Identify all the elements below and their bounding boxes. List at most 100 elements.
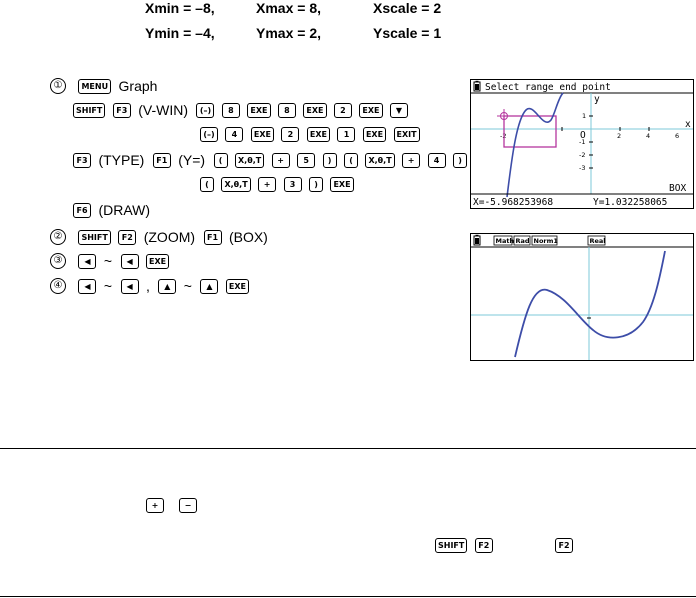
step-number: ③ bbox=[50, 253, 66, 269]
step-text: Graph bbox=[118, 78, 158, 94]
y-coordinate-readout: Y=1.032258065 bbox=[593, 197, 667, 208]
key-sequence-row: F6 (DRAW) bbox=[73, 199, 154, 221]
range-xscale: Xscale = 2 bbox=[373, 0, 442, 16]
up-arrow-key: ▲ bbox=[200, 278, 219, 294]
minus-key: − bbox=[179, 498, 197, 514]
step-number: ④ bbox=[50, 278, 66, 294]
screen-header: Select range end point bbox=[485, 82, 611, 93]
plus-key: + bbox=[258, 177, 277, 193]
left-arrow-key: ◀ bbox=[120, 253, 139, 269]
menu-key: MENU bbox=[78, 78, 112, 94]
f1-key: F1 bbox=[203, 229, 222, 245]
x-axis-label: x bbox=[685, 119, 691, 130]
exe-key: EXE bbox=[247, 102, 271, 118]
y-tick-label: 1 bbox=[582, 112, 586, 120]
key-caption: (V-WIN) bbox=[138, 102, 189, 118]
xtheta-key: X,θ,T bbox=[365, 152, 395, 168]
left-paren-key: ( bbox=[344, 152, 359, 168]
left-paren-key: ( bbox=[200, 177, 214, 193]
key-reference-row: + bbox=[146, 495, 167, 517]
key-sequence-row: F3 (TYPE) F1 (Y=) ( X,θ,T + 5 ) ( X,θ,T … bbox=[73, 149, 470, 171]
digit-key: 1 bbox=[337, 127, 356, 143]
step-number: ② bbox=[50, 229, 66, 245]
key-caption: (BOX) bbox=[228, 229, 268, 245]
range-ymax: Ymax = 2, bbox=[256, 25, 321, 41]
y-tick-label: -1 bbox=[579, 138, 585, 146]
zoom-mode-label: BOX bbox=[669, 183, 686, 194]
section-divider bbox=[0, 448, 696, 449]
digit-key: 5 bbox=[297, 152, 316, 168]
function-curve bbox=[514, 250, 666, 358]
exe-key: EXE bbox=[303, 102, 327, 118]
left-arrow-key: ◀ bbox=[78, 278, 97, 294]
plus-key: + bbox=[271, 152, 290, 168]
right-paren-key: ) bbox=[309, 177, 324, 193]
status-rad: Rad bbox=[516, 237, 530, 245]
key-caption: (Y=) bbox=[178, 152, 206, 168]
battery-icon bbox=[473, 234, 481, 246]
tilde-separator: ~ bbox=[103, 253, 113, 269]
y-tick-label: -3 bbox=[579, 164, 585, 172]
status-norm: Norm1 bbox=[534, 237, 559, 245]
tilde-separator: ~ bbox=[183, 278, 192, 294]
f6-key: F6 bbox=[73, 202, 91, 218]
step-2-row: ② SHIFT F2 (ZOOM) F1 (BOX) bbox=[50, 226, 272, 248]
negative-key: (–) bbox=[200, 127, 218, 143]
key-reference-row: SHIFT F2 bbox=[435, 535, 496, 557]
exe-key: EXE bbox=[359, 102, 383, 118]
digit-key: 8 bbox=[221, 102, 240, 118]
right-paren-key: ) bbox=[453, 152, 468, 168]
f2-key: F2 bbox=[555, 538, 573, 554]
digit-key: 2 bbox=[281, 127, 300, 143]
digit-key: 2 bbox=[333, 102, 352, 118]
exe-key: EXE bbox=[306, 127, 331, 143]
status-math: Math bbox=[496, 237, 515, 245]
step-4-row: ④ ◀ ~ ◀ , ▲ ~ ▲ EXE bbox=[50, 275, 252, 297]
key-caption: (TYPE) bbox=[98, 152, 145, 168]
exe-key: EXE bbox=[146, 253, 170, 269]
key-caption: (DRAW) bbox=[98, 202, 151, 218]
digit-key: 4 bbox=[225, 127, 244, 143]
xtheta-key: X,θ,T bbox=[221, 177, 251, 193]
x-tick-label: 2 bbox=[617, 132, 621, 140]
step-number: ① bbox=[50, 78, 66, 94]
status-real: Real bbox=[590, 237, 606, 245]
key-sequence-row: SHIFT F3 (V-WIN) (–) 8 EXE 8 EXE 2 EXE ▼ bbox=[73, 99, 411, 121]
y-tick-label: -2 bbox=[579, 151, 585, 159]
f2-key: F2 bbox=[118, 229, 137, 245]
key-reference-row: F2 bbox=[555, 535, 576, 557]
step-3-row: ③ ◀ ~ ◀ EXE bbox=[50, 250, 172, 272]
shift-key: SHIFT bbox=[435, 538, 468, 554]
right-paren-key: ) bbox=[322, 152, 337, 168]
exe-key: EXE bbox=[330, 177, 354, 193]
digit-key: 3 bbox=[283, 177, 302, 193]
key-sequence-row: (–) 4 EXE 2 EXE 1 EXE EXIT bbox=[200, 124, 423, 146]
shift-key: SHIFT bbox=[73, 102, 106, 118]
zoom-box-rectangle bbox=[503, 115, 557, 148]
crosshair-cursor-icon bbox=[497, 109, 511, 123]
xtheta-key: X,θ,T bbox=[235, 152, 265, 168]
plus-key: + bbox=[402, 152, 421, 168]
battery-icon bbox=[473, 80, 481, 92]
x-tick-label: 4 bbox=[646, 132, 650, 140]
range-yscale: Yscale = 1 bbox=[373, 25, 442, 41]
digit-key: 4 bbox=[427, 152, 446, 168]
range-xmin: Xmin = –8, bbox=[145, 0, 215, 16]
calculator-screen-box-zoom: Select range end point y x O -2 2 4 6 1 … bbox=[470, 79, 694, 209]
range-xmax: Xmax = 8, bbox=[256, 0, 321, 16]
f1-key: F1 bbox=[152, 152, 171, 168]
x-tick-label: -2 bbox=[500, 132, 506, 140]
left-paren-key: ( bbox=[213, 152, 228, 168]
negative-key: (–) bbox=[196, 102, 215, 118]
key-caption: (ZOOM) bbox=[143, 229, 196, 245]
left-arrow-key: ◀ bbox=[78, 253, 97, 269]
f3-key: F3 bbox=[112, 102, 131, 118]
down-arrow-key: ▼ bbox=[389, 102, 408, 118]
range-ymin: Ymin = –4, bbox=[145, 25, 215, 41]
plus-key: + bbox=[146, 498, 164, 514]
exe-key: EXE bbox=[225, 278, 249, 294]
f3-key: F3 bbox=[73, 152, 91, 168]
exit-key: EXIT bbox=[393, 127, 420, 143]
function-curve bbox=[506, 92, 564, 198]
y-axis-label: y bbox=[594, 94, 600, 105]
